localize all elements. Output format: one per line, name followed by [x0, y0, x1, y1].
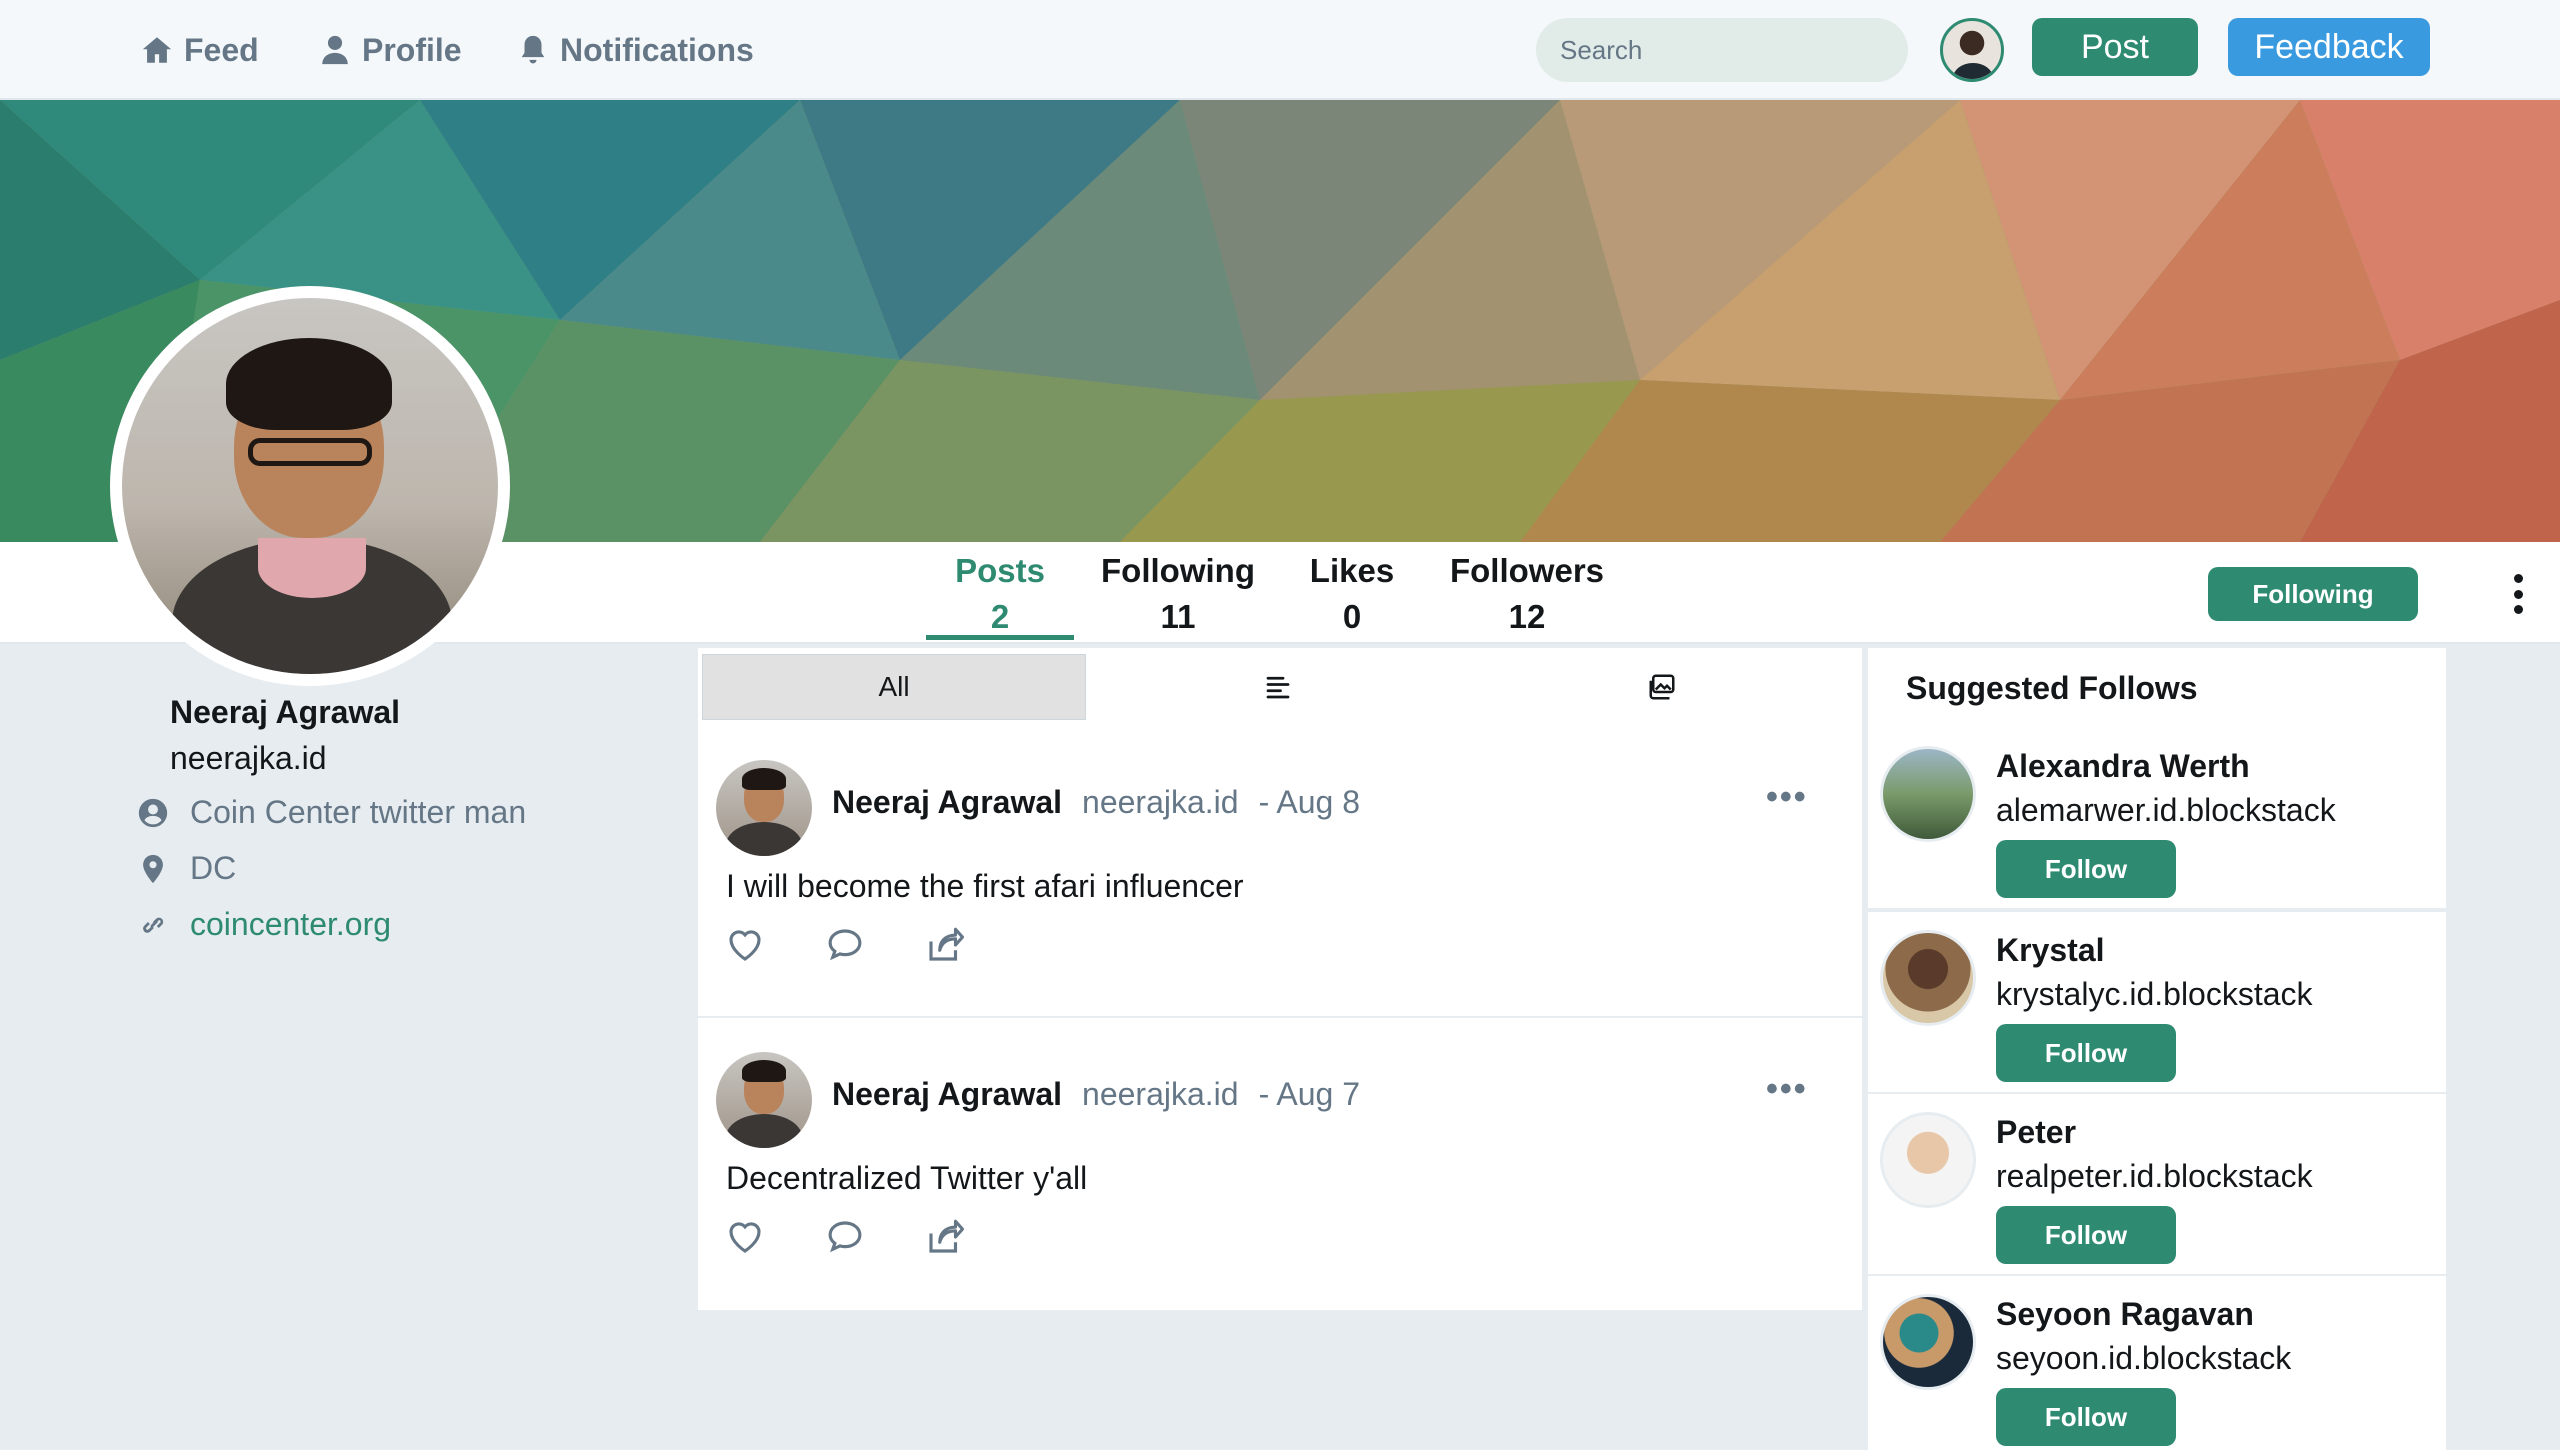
like-heart-icon[interactable] — [724, 1216, 766, 1258]
stat-posts[interactable]: Posts 2 — [926, 552, 1074, 640]
post-author-avatar[interactable] — [716, 1052, 812, 1148]
post-date: - Aug 8 — [1258, 784, 1360, 820]
post-author-avatar[interactable] — [716, 760, 812, 856]
profile-name: Neeraj Agrawal — [170, 694, 401, 730]
more-options-icon[interactable] — [2506, 574, 2530, 614]
suggested-follows: Suggested Follows Alexandra Werth alemar… — [1868, 648, 2446, 1450]
top-nav: Feed Profile Notifications Post Feedback — [0, 0, 2560, 100]
nav-notifications-label: Notifications — [560, 31, 754, 68]
suggested-user-handle: seyoon.id.blockstack — [1996, 1340, 2292, 1376]
stat-following-label: Following — [1101, 552, 1255, 589]
suggested-user-handle: realpeter.id.blockstack — [1996, 1158, 2313, 1194]
suggested-user-handle: krystalyc.id.blockstack — [1996, 976, 2313, 1012]
follow-button[interactable]: Follow — [1996, 840, 2176, 898]
share-icon[interactable] — [924, 924, 966, 966]
images-icon — [1649, 674, 1675, 700]
post-more-options-icon[interactable]: ••• — [1766, 778, 1808, 817]
post-item: Neeraj Agrawal neerajka.id - Aug 7 ••• D… — [698, 1020, 1862, 1310]
profile-website: coincenter.org — [136, 906, 391, 943]
comment-icon[interactable] — [824, 1216, 866, 1258]
stat-likes-value: 0 — [1342, 598, 1362, 635]
search-box — [1536, 18, 1908, 82]
posts-feed: All Neeraj Agrawal neerajka.id - Aug 8 •… — [698, 648, 1862, 1310]
share-icon[interactable] — [924, 1216, 966, 1258]
post-text: Decentralized Twitter y'all — [726, 1160, 1088, 1196]
stat-posts-value: 2 — [990, 598, 1010, 635]
post-author-name[interactable]: Neeraj Agrawal — [832, 1076, 1062, 1113]
post-author-handle[interactable]: neerajka.id — [1082, 784, 1239, 821]
nav-profile-label: Profile — [362, 31, 462, 68]
nav-profile[interactable]: Profile — [318, 28, 462, 72]
post-more-options-icon[interactable]: ••• — [1766, 1070, 1808, 1109]
suggested-follows-title: Suggested Follows — [1906, 670, 2198, 706]
current-user-avatar[interactable] — [1940, 18, 2004, 82]
stat-followers[interactable]: Followers 12 — [1444, 552, 1610, 636]
post-author-name[interactable]: Neeraj Agrawal — [832, 784, 1062, 821]
align-left-icon — [1266, 676, 1290, 699]
stat-likes-label: Likes — [1309, 552, 1395, 589]
following-button[interactable]: Following — [2208, 567, 2418, 621]
nav-notifications[interactable]: Notifications — [516, 28, 754, 72]
post-item: Neeraj Agrawal neerajka.id - Aug 8 ••• I… — [698, 728, 1862, 1018]
nav-feed-label: Feed — [184, 31, 259, 68]
tab-text-posts[interactable] — [1086, 654, 1470, 720]
search-input[interactable] — [1560, 34, 1895, 66]
profile-bio-text: Coin Center twitter man — [190, 794, 527, 830]
profile-website-link[interactable]: coincenter.org — [190, 906, 391, 943]
follow-button[interactable]: Follow — [1996, 1024, 2176, 1082]
suggested-user: Seyoon Ragavan seyoon.id.blockstack Foll… — [1868, 1276, 2446, 1450]
post-actions — [724, 924, 966, 966]
tab-media-posts[interactable] — [1470, 654, 1854, 720]
suggested-user-avatar[interactable] — [1880, 1112, 1976, 1208]
suggested-user-name[interactable]: Krystal — [1996, 932, 2105, 969]
suggested-user-avatar[interactable] — [1880, 746, 1976, 842]
user-circle-icon — [138, 798, 168, 827]
suggested-user-name[interactable]: Alexandra Werth — [1996, 748, 2250, 785]
stat-following-value: 11 — [1160, 598, 1196, 635]
suggested-user: Krystal krystalyc.id.blockstack Follow — [1868, 912, 2446, 1092]
stat-followers-label: Followers — [1449, 552, 1605, 589]
bell-icon — [521, 35, 545, 64]
feedback-button[interactable]: Feedback — [2228, 18, 2430, 76]
link-icon — [143, 917, 164, 933]
user-icon — [322, 35, 348, 65]
suggested-user-name[interactable]: Peter — [1996, 1114, 2076, 1151]
comment-icon[interactable] — [824, 924, 866, 966]
profile-avatar — [110, 286, 510, 686]
stat-posts-label: Posts — [955, 552, 1045, 589]
like-heart-icon[interactable] — [724, 924, 766, 966]
home-icon — [142, 37, 172, 63]
feed-tabs: All — [702, 654, 1854, 720]
post-author-handle[interactable]: neerajka.id — [1082, 1076, 1239, 1113]
nav-feed[interactable]: Feed — [140, 28, 259, 72]
suggested-user: Peter realpeter.id.blockstack Follow — [1868, 1094, 2446, 1274]
suggested-user-avatar[interactable] — [1880, 1294, 1976, 1390]
post-date: - Aug 7 — [1258, 1076, 1360, 1112]
suggested-user-name[interactable]: Seyoon Ragavan — [1996, 1296, 2254, 1333]
suggested-user-handle: alemarwer.id.blockstack — [1996, 792, 2336, 828]
profile-handle: neerajka.id — [170, 740, 327, 776]
post-actions — [724, 1216, 966, 1258]
stat-followers-value: 12 — [1508, 598, 1546, 635]
follow-button[interactable]: Follow — [1996, 1388, 2176, 1446]
map-pin-icon — [143, 854, 163, 883]
post-text: I will become the first afari influencer — [726, 868, 1244, 904]
suggested-user-avatar[interactable] — [1880, 930, 1976, 1026]
profile-location-text: DC — [190, 850, 237, 886]
post-header: Neeraj Agrawal neerajka.id - Aug 7 — [832, 1076, 1360, 1113]
follow-button[interactable]: Follow — [1996, 1206, 2176, 1264]
suggested-user: Alexandra Werth alemarwer.id.blockstack … — [1868, 728, 2446, 908]
tab-all[interactable]: All — [702, 654, 1086, 720]
stat-likes[interactable]: Likes 0 — [1294, 552, 1410, 636]
post-button[interactable]: Post — [2032, 18, 2198, 76]
post-header: Neeraj Agrawal neerajka.id - Aug 8 — [832, 784, 1360, 821]
profile-bio: Coin Center twitter man — [136, 794, 526, 831]
profile-location: DC — [136, 850, 236, 887]
stat-following[interactable]: Following 11 — [1098, 552, 1258, 636]
